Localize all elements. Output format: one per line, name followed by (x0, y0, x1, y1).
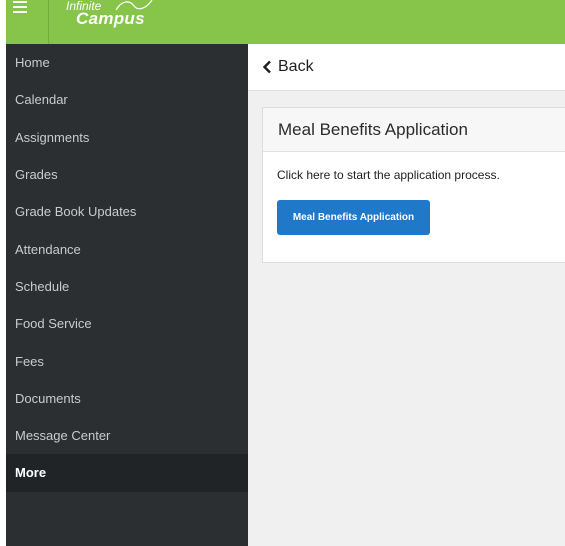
sidebar-item-documents[interactable]: Documents (6, 380, 248, 417)
card-title: Meal Benefits Application (263, 108, 565, 152)
chevron-left-icon (262, 60, 271, 74)
menu-divider (48, 0, 49, 44)
back-label: Back (278, 58, 314, 75)
sidebar-item-assignments[interactable]: Assignments (6, 119, 248, 156)
sidebar-item-home[interactable]: Home (6, 44, 248, 81)
sidebar-item-calendar[interactable]: Calendar (6, 81, 248, 118)
sidebar-item-label: More (15, 465, 47, 481)
sidebar-item-label: Grades (15, 167, 58, 183)
sidebar-item-grades[interactable]: Grades (6, 156, 248, 193)
sidebar-item-fees[interactable]: Fees (6, 342, 248, 379)
sidebar-item-label: Fees (15, 353, 44, 369)
sidebar-item-attendance[interactable]: Attendance (6, 230, 248, 267)
sidebar-item-label: Schedule (15, 278, 70, 294)
sidebar-item-label: Attendance (15, 241, 81, 257)
sidebar-item-label: Message Center (15, 428, 111, 444)
sidebar-item-grade-book-updates[interactable]: Grade Book Updates (6, 193, 248, 230)
sidebar-item-food-service[interactable]: Food Service (6, 305, 248, 342)
card-description: Click here to start the application proc… (277, 168, 500, 182)
sidebar-item-label: Documents (15, 390, 81, 406)
hamburger-menu-icon[interactable] (6, 0, 48, 44)
logo-main-text: Campus (76, 9, 145, 28)
sidebar-nav: Home Calendar Assignments Grades Grade B… (6, 44, 248, 546)
meal-benefits-application-button[interactable]: Meal Benefits Application (277, 200, 430, 235)
sidebar-item-more[interactable]: More (6, 454, 248, 492)
sidebar-item-label: Assignments (15, 129, 90, 145)
meal-benefits-card: Meal Benefits Application Click here to … (262, 107, 565, 263)
sidebar-item-schedule[interactable]: Schedule (6, 268, 248, 305)
sidebar-item-label: Calendar (15, 92, 68, 108)
sidebar-item-label: Food Service (15, 316, 92, 332)
infinite-campus-logo[interactable]: Infinite Campus (66, 0, 156, 44)
sidebar-item-label: Grade Book Updates (15, 204, 137, 220)
back-button[interactable]: Back (248, 44, 565, 91)
sidebar-item-label: Home (15, 55, 50, 71)
main-content: Back Meal Benefits Application Click her… (248, 44, 565, 546)
sidebar-item-message-center[interactable]: Message Center (6, 417, 248, 454)
